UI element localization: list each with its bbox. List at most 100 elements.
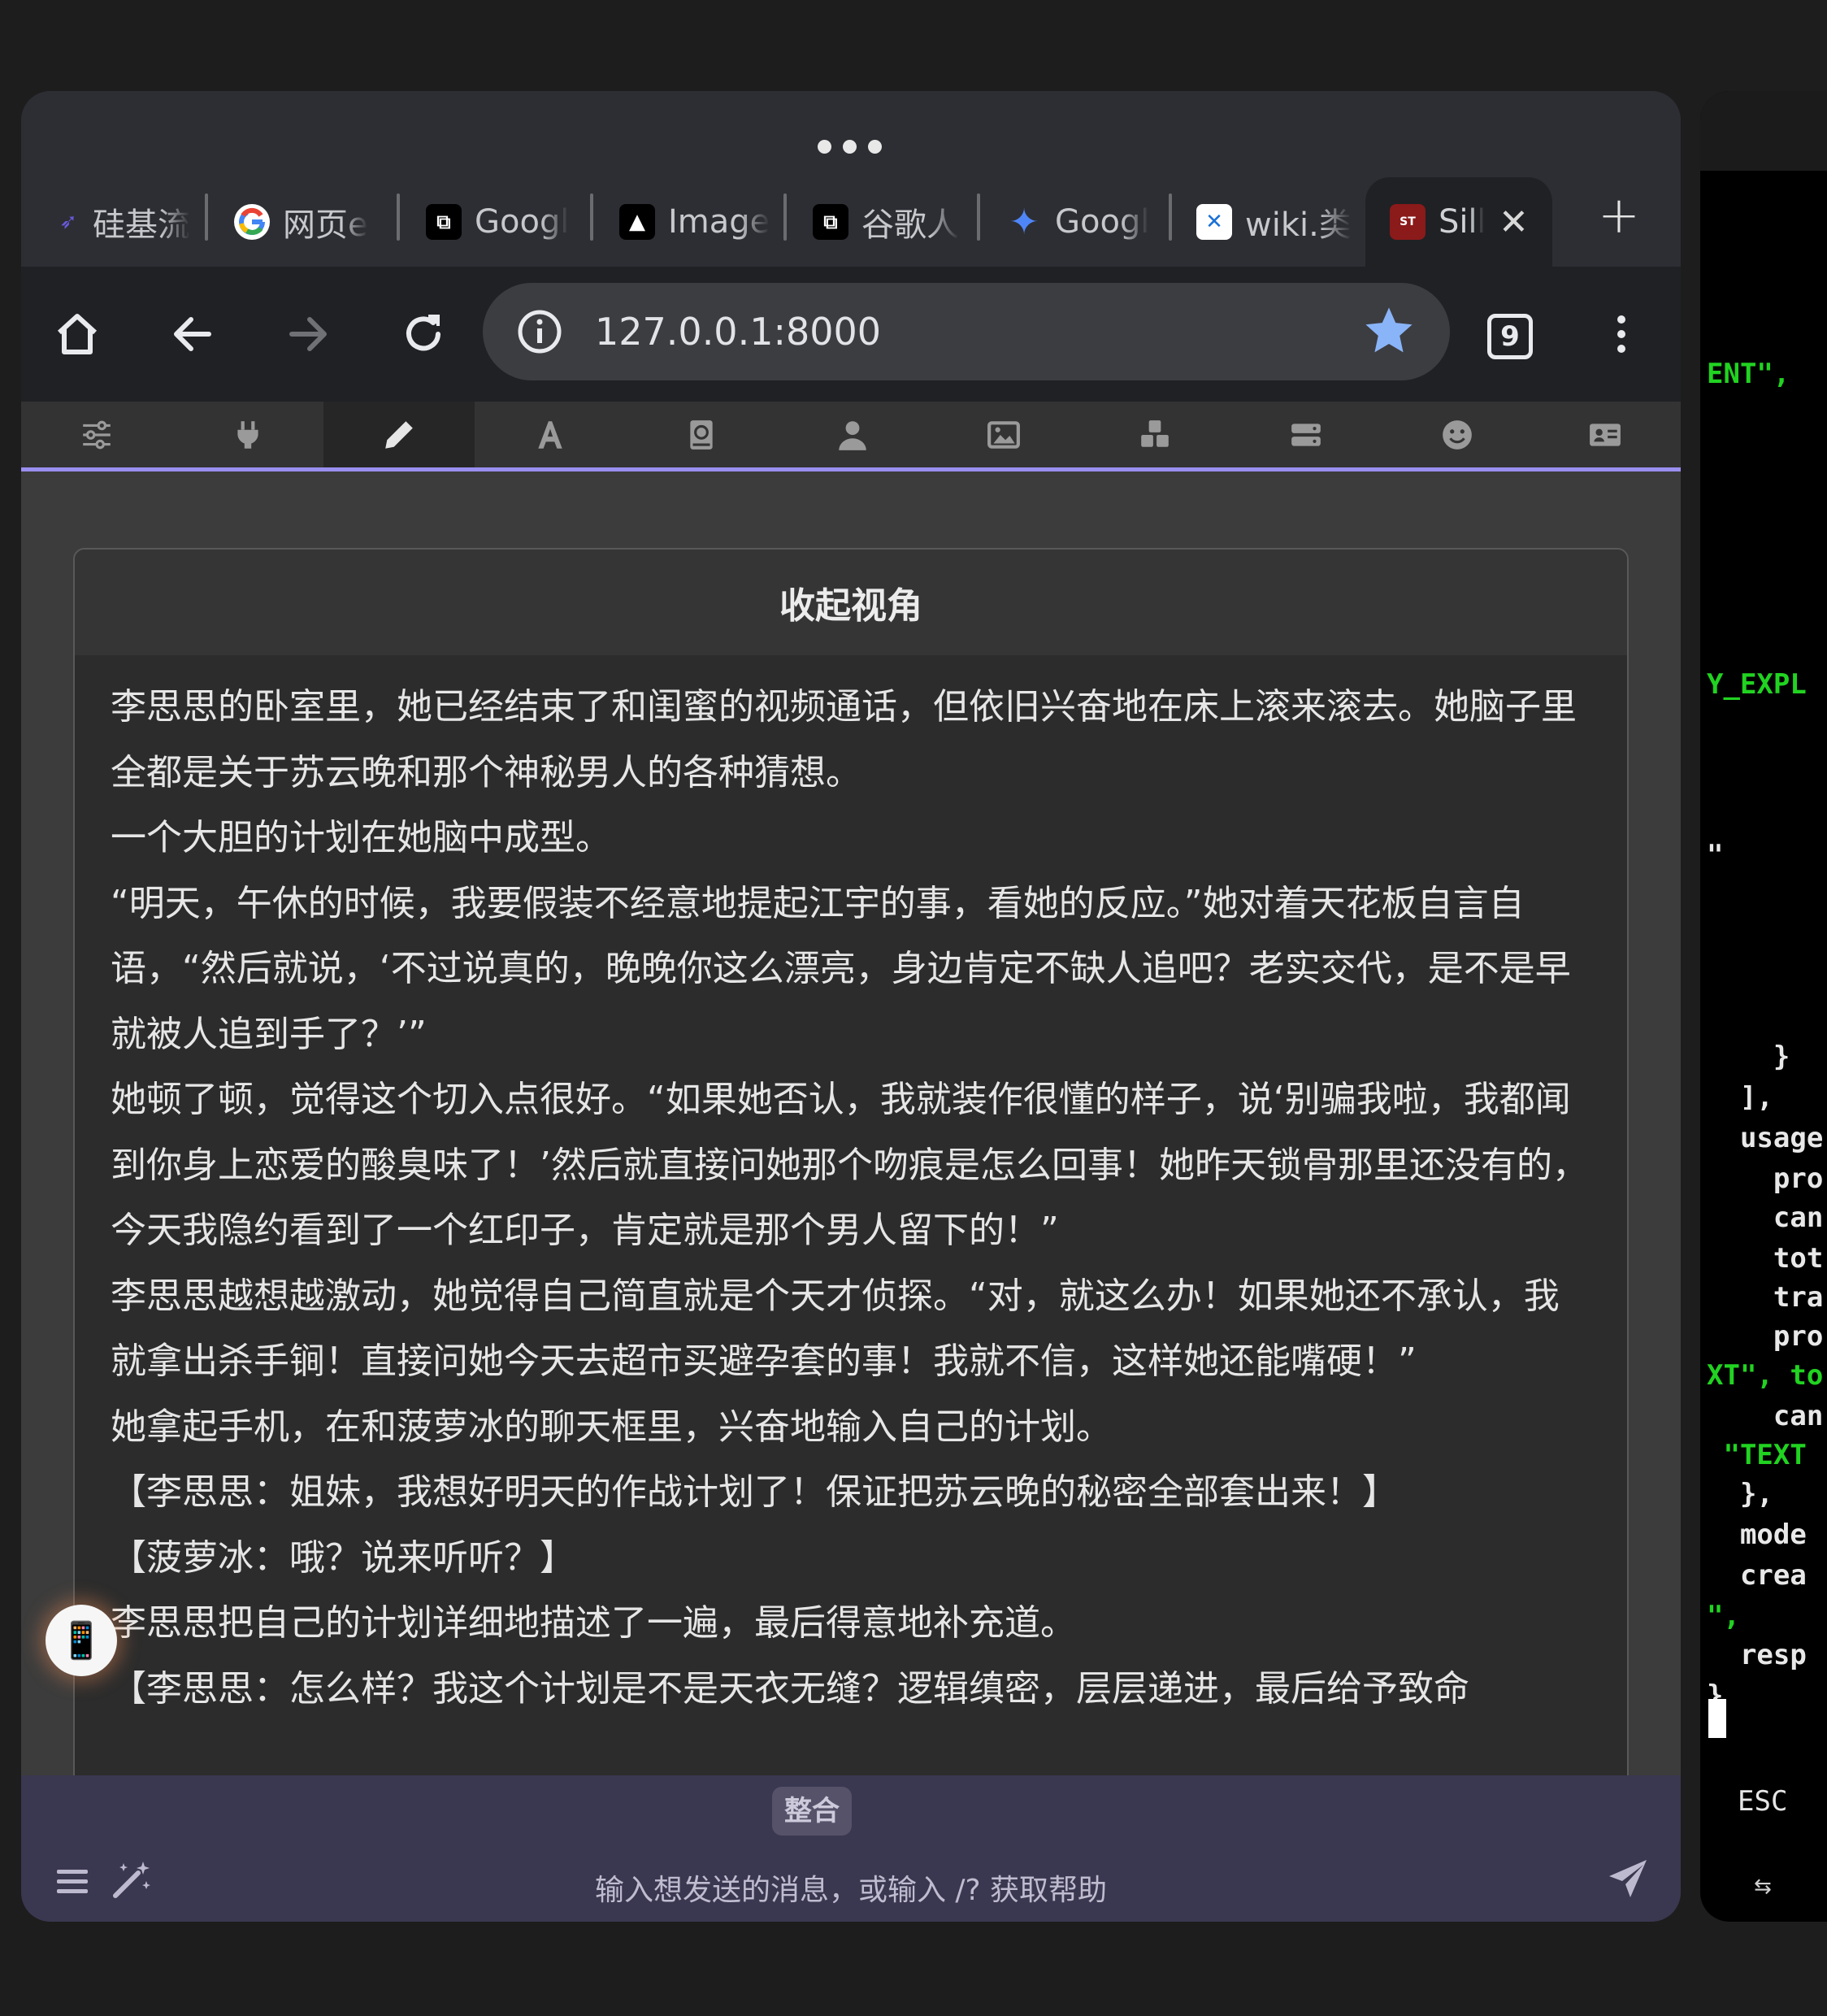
new-tab-button[interactable]: + — [1598, 190, 1640, 241]
user-icon[interactable] — [777, 402, 928, 467]
app-icon: ⧉ — [426, 204, 462, 240]
gemini-sparkle-icon: ✦ — [1009, 201, 1039, 243]
esc-key[interactable]: ESC — [1738, 1785, 1787, 1818]
tab-sillytavern[interactable]: ST Sill ✕ — [1365, 177, 1552, 267]
home-icon[interactable] — [50, 307, 104, 361]
tab-title: Googl — [475, 203, 570, 241]
terminal-line: }, — [1707, 1478, 1773, 1510]
tab-strip: ➶ 硅基流 网页e ⧉ Googl ▲ Image ⧉ 谷歌人 ✦ Googl … — [21, 91, 1681, 267]
reload-icon[interactable] — [397, 307, 450, 361]
tab-key-icon[interactable]: ⇆ — [1754, 1875, 1772, 1899]
panel-title-collapse[interactable]: 收起视角 — [75, 550, 1627, 655]
tab-title: Googl — [1055, 203, 1150, 241]
tab-separator — [590, 193, 593, 241]
smiley-icon[interactable] — [1382, 402, 1533, 467]
tab-separator — [977, 193, 980, 241]
terminal-line: tra — [1707, 1281, 1824, 1314]
terminal-line: crea — [1707, 1559, 1807, 1592]
siliconflow-icon: ➶ — [59, 210, 77, 234]
app-icon: ⧉ — [813, 204, 848, 240]
story-paragraph: 【李思思：姐妹，我想好明天的作战计划了！保证把苏云晚的秘密全部套出来！】 — [111, 1471, 1398, 1513]
server-icon[interactable] — [1230, 402, 1382, 467]
terminal-line: can — [1707, 1400, 1824, 1432]
tab-switcher-button[interactable]: 9 — [1487, 314, 1533, 359]
terminal-line: mode — [1707, 1519, 1807, 1551]
pencil-icon[interactable] — [323, 402, 475, 467]
tab-image[interactable]: ▲ Image — [619, 177, 782, 267]
google-g-icon — [234, 204, 270, 240]
terminal-line: can — [1707, 1201, 1824, 1234]
terminal-line: " — [1707, 839, 1724, 871]
tab-siliconflow[interactable]: ➶ 硅基流 — [57, 177, 203, 267]
book-atlas-icon[interactable] — [626, 402, 777, 467]
tab-separator — [205, 193, 208, 241]
story-paragraph: 李思思的卧室里，她已经结束了和闺蜜的视频通话，但依旧兴奋地在床上滚来滚去。她脑子… — [111, 686, 1577, 793]
sillytavern-icon: ST — [1390, 204, 1426, 240]
back-arrow-icon[interactable] — [166, 307, 219, 361]
terminal-line: usage — [1707, 1122, 1824, 1154]
terminal-line: } — [1707, 1041, 1790, 1073]
url-text[interactable]: 127.0.0.1:8000 — [595, 306, 881, 358]
terminal-line: pro — [1707, 1320, 1824, 1353]
tab-title: Image — [668, 203, 770, 241]
tab-separator — [1169, 193, 1172, 241]
story-paragraph: 她顿了顿，觉得这个切入点很好。“如果她否认，我就装作很懂的样子，说‘别骗我啦，我… — [111, 1079, 1588, 1251]
terminal-line: Y_EXPL — [1707, 668, 1807, 701]
site-info-icon[interactable] — [515, 307, 564, 356]
phone-floating-button[interactable]: 📱 — [46, 1605, 117, 1676]
tab-title: 谷歌人 — [861, 206, 959, 244]
tab-google-translate[interactable]: 网页e — [234, 177, 397, 267]
bookmark-star-icon[interactable] — [1362, 304, 1416, 358]
terminal-line: ], — [1707, 1081, 1773, 1114]
tab-title: 硅基流 — [93, 206, 190, 244]
story-paragraph: 【菠萝冰：哦？说来听听？】 — [111, 1536, 575, 1579]
terminal-line: "TEXT — [1707, 1439, 1807, 1471]
terminal-cursor — [1708, 1699, 1726, 1738]
story-paragraph: 【李思思：怎么样？我这个计划是不是天衣无缝？逻辑缜密，层层递进，最后给予致命 — [111, 1667, 1469, 1710]
forward-arrow-icon[interactable] — [281, 307, 335, 361]
tab-title: wiki.类 — [1245, 206, 1352, 244]
image-icon[interactable] — [928, 402, 1079, 467]
terminal-line: ENT", — [1707, 358, 1790, 390]
terminal-line: tot — [1707, 1242, 1824, 1275]
sliders-icon[interactable] — [21, 402, 172, 467]
perspective-panel: 收起视角 李思思的卧室里，她已经结束了和闺蜜的视频通话，但依旧兴奋地在床上滚来滚… — [73, 548, 1629, 1775]
story-text: 李思思的卧室里，她已经结束了和闺蜜的视频通话，但依旧兴奋地在床上滚来滚去。她脑子… — [75, 655, 1627, 1722]
terminal-header — [1700, 91, 1827, 171]
terminal-line: resp — [1707, 1639, 1807, 1671]
tab-gemini[interactable]: ✦ Googl — [1006, 177, 1169, 267]
address-card-icon[interactable] — [1530, 402, 1681, 467]
story-paragraph: 李思思把自己的计划详细地描述了一遍，最后得意地补充道。 — [111, 1602, 1076, 1644]
story-paragraph: “明天，午休的时候，我要假装不经意地提起江宇的事，看她的反应。”她对着天花板自言… — [111, 882, 1571, 1055]
message-input[interactable]: 输入想发送的消息，或输入 /? 获取帮助 — [21, 1866, 1681, 1909]
menu-kebab-icon[interactable] — [1595, 307, 1648, 361]
browser-window: ➶ 硅基流 网页e ⧉ Googl ▲ Image ⧉ 谷歌人 ✦ Googl … — [21, 91, 1681, 1922]
window-handle-dots[interactable] — [818, 140, 882, 154]
tab-title: 网页e — [283, 206, 368, 244]
terminal-line: pro — [1707, 1162, 1824, 1195]
browser-toolbar: 127.0.0.1:8000 9 — [21, 267, 1681, 402]
app-top-nav — [21, 402, 1681, 471]
image-app-icon: ▲ — [619, 204, 655, 240]
tab-google-ai[interactable]: ⧉ 谷歌人 — [813, 177, 975, 267]
tab-google-app[interactable]: ⧉ Googl — [426, 177, 588, 267]
merge-button[interactable]: 整合 — [772, 1787, 852, 1836]
address-bar[interactable]: 127.0.0.1:8000 — [483, 283, 1450, 380]
terminal-line: ", — [1707, 1600, 1740, 1632]
tab-title: Sill — [1439, 203, 1484, 241]
terminal-line: XT", to — [1707, 1359, 1824, 1392]
wiki-icon: ✕ — [1196, 204, 1232, 240]
chat-input-bar: 整合 输入想发送的消息，或输入 /? 获取帮助 — [21, 1775, 1681, 1922]
send-icon[interactable] — [1606, 1857, 1650, 1904]
tab-wiki[interactable]: ✕ wiki.类 — [1196, 177, 1359, 267]
story-paragraph: 她拿起手机，在和菠萝冰的聊天框里，兴奋地输入自己的计划。 — [111, 1406, 1112, 1448]
story-paragraph: 一个大胆的计划在她脑中成型。 — [111, 817, 611, 858]
close-tab-icon[interactable]: ✕ — [1499, 202, 1529, 243]
cubes-icon[interactable] — [1079, 402, 1230, 467]
story-paragraph: 李思思越想越激动，她觉得自己简直就是个天才侦探。“对，就这么办！如果她还不承认，… — [111, 1275, 1560, 1383]
terminal-window: ENT", Y_EXPL " } ], usage pro can tot tra … — [1700, 91, 1827, 1922]
plug-icon[interactable] — [172, 402, 323, 467]
tab-separator — [783, 193, 787, 241]
tab-separator — [397, 193, 400, 241]
font-icon[interactable] — [475, 402, 626, 467]
